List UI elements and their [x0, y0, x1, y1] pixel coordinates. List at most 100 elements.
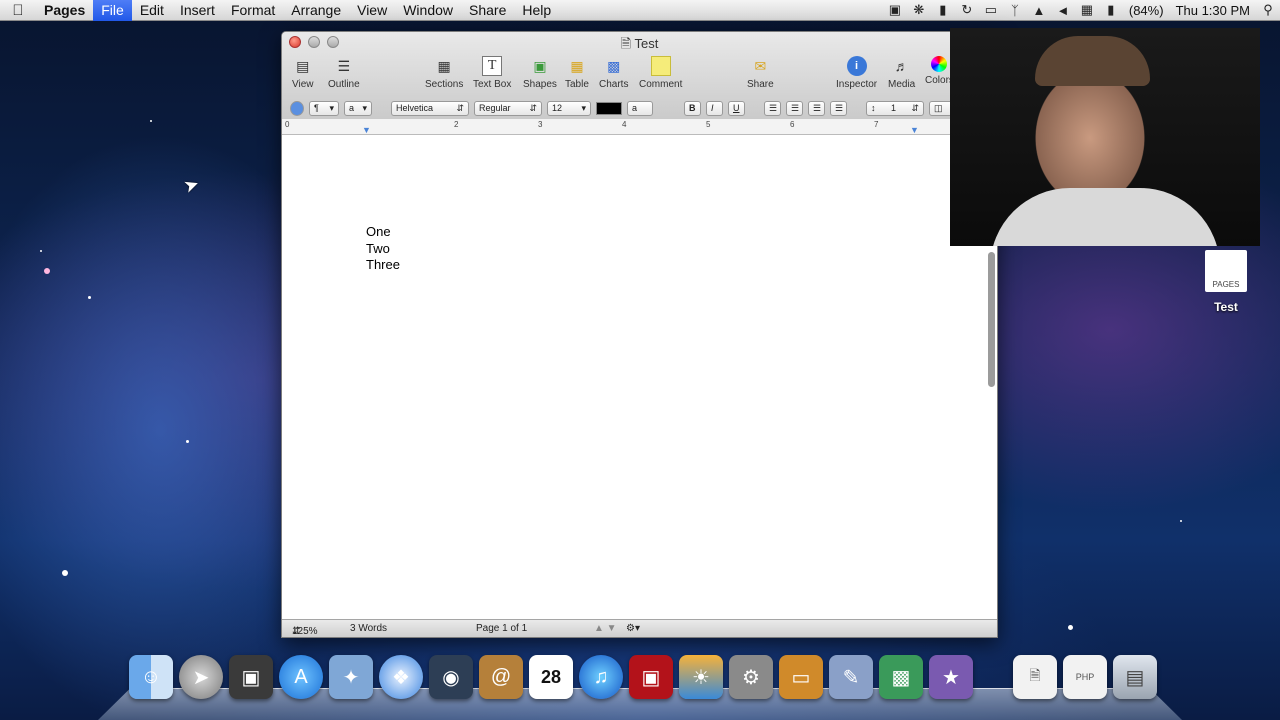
- menu-arrange[interactable]: Arrange: [283, 0, 349, 21]
- chevron-down-icon: ▾: [581, 102, 586, 113]
- itunes-icon[interactable]: ♫: [579, 655, 623, 699]
- safari-icon[interactable]: ❖: [379, 655, 423, 699]
- calendar-day-label: 28: [540, 666, 562, 687]
- styles-drawer-button[interactable]: [290, 100, 304, 116]
- left-indent-marker-icon[interactable]: ▼: [362, 125, 371, 135]
- preview-icon[interactable]: ✦: [329, 655, 373, 699]
- font-family-select[interactable]: Helvetica ⇵: [391, 100, 469, 116]
- highlight-color-button[interactable]: a: [627, 100, 653, 116]
- bluetooth-icon[interactable]: ᛉ: [1003, 3, 1027, 18]
- gear-icon[interactable]: ⚙▾: [626, 623, 640, 634]
- shapes-button[interactable]: ▣ Shapes: [523, 56, 557, 91]
- ruler[interactable]: 0 ▼ 2 3 4 5 6 7 ▼: [282, 119, 997, 135]
- camera-icon[interactable]: ▣: [883, 2, 907, 18]
- image-capture-icon[interactable]: ▣: [229, 655, 273, 699]
- document-canvas[interactable]: One Two Three: [282, 136, 997, 619]
- line-spacing-icon: ↕: [871, 103, 876, 113]
- word-count[interactable]: 3 Words: [350, 623, 387, 634]
- imovie-icon[interactable]: ★: [929, 655, 973, 699]
- italic-button[interactable]: I: [706, 100, 723, 116]
- align-left-button[interactable]: ☰: [764, 100, 781, 116]
- line-spacing-select[interactable]: ↕ 1 ⇵: [866, 100, 924, 116]
- media-button[interactable]: ♬ Media: [888, 56, 915, 90]
- menu-window[interactable]: Window: [395, 0, 461, 21]
- ruler-tick-label: 5: [706, 120, 711, 129]
- outline-label: Outline: [328, 79, 360, 90]
- outline-button[interactable]: ☰ Outline: [328, 56, 360, 91]
- menu-view[interactable]: View: [349, 0, 395, 21]
- desktop-file[interactable]: PAGES Test: [1203, 250, 1249, 314]
- text-color-swatch[interactable]: [596, 101, 622, 115]
- lock-icon[interactable]: ▮: [931, 2, 955, 18]
- menu-help[interactable]: Help: [514, 0, 559, 21]
- wifi-icon[interactable]: ▲: [1027, 3, 1051, 18]
- right-indent-marker-icon[interactable]: ▼: [910, 125, 919, 135]
- share-button[interactable]: ✉ Share: [747, 56, 774, 91]
- chevron-updown-icon: ⇵: [292, 626, 301, 637]
- app-store-icon[interactable]: A: [279, 655, 323, 699]
- document-line[interactable]: Three: [366, 257, 400, 272]
- star: [186, 440, 189, 443]
- documents-icon[interactable]: 🗎: [1013, 655, 1057, 699]
- menu-format[interactable]: Format: [223, 0, 283, 21]
- launchpad-icon[interactable]: ➤: [179, 655, 223, 699]
- document-line[interactable]: Two: [366, 241, 390, 256]
- display-icon[interactable]: ▭: [979, 2, 1003, 18]
- menu-pages[interactable]: Pages: [36, 0, 93, 21]
- apple-icon[interactable]: : [0, 2, 36, 19]
- sections-button[interactable]: ▦ Sections: [425, 56, 463, 91]
- pages-icon[interactable]: ✎: [829, 655, 873, 699]
- battery-percent[interactable]: (84%): [1123, 3, 1170, 18]
- character-style-select[interactable]: a ▾: [344, 100, 372, 116]
- battery-icon[interactable]: ▮: [1099, 2, 1123, 18]
- text-box-button[interactable]: T Text Box: [473, 56, 511, 90]
- trash-icon[interactable]: ▤: [1113, 655, 1157, 699]
- sync-icon[interactable]: ❋: [907, 2, 931, 18]
- align-right-button[interactable]: ☰: [808, 100, 825, 116]
- chevron-down-icon: ▾: [362, 102, 367, 113]
- underline-button[interactable]: U: [728, 100, 745, 116]
- refresh-icon[interactable]: ↻: [955, 2, 979, 18]
- window-title: 🗎 Test: [282, 35, 997, 57]
- inspector-button[interactable]: i Inspector: [836, 56, 877, 90]
- menu-insert[interactable]: Insert: [172, 0, 223, 21]
- keynote-icon[interactable]: ▭: [779, 655, 823, 699]
- vertical-scrollbar[interactable]: [988, 252, 995, 387]
- font-size-value: 12: [552, 103, 563, 113]
- justify-button[interactable]: ☰: [830, 100, 847, 116]
- spotlight-icon[interactable]: ⚲: [1256, 2, 1280, 18]
- inspector-icon: i: [846, 56, 867, 76]
- document-line[interactable]: One: [366, 224, 391, 239]
- window-titlebar[interactable]: 🗎 Test ▤ View ☰ Outline ▦ Sections T Tex…: [282, 32, 997, 135]
- font-size-select[interactable]: 12 ▾: [547, 100, 591, 116]
- align-center-button[interactable]: ☰: [786, 100, 803, 116]
- address-book-icon[interactable]: @: [479, 655, 523, 699]
- menu-edit[interactable]: Edit: [132, 0, 172, 21]
- bold-button[interactable]: B: [684, 100, 701, 116]
- typeface-select[interactable]: Regular ⇵: [474, 100, 542, 116]
- facetime-icon[interactable]: ◉: [429, 655, 473, 699]
- menu-clock[interactable]: Thu 1:30 PM: [1170, 3, 1256, 18]
- ical-icon[interactable]: 28: [529, 655, 573, 699]
- desktop-file-label: Test: [1214, 300, 1238, 314]
- system-preferences-icon[interactable]: ⚙: [729, 655, 773, 699]
- iphoto-icon[interactable]: ☀: [679, 655, 723, 699]
- view-button[interactable]: ▤ View: [292, 56, 314, 91]
- php-file-icon[interactable]: PHP: [1063, 655, 1107, 699]
- numbers-icon[interactable]: ▩: [879, 655, 923, 699]
- charts-button[interactable]: ▩ Charts: [599, 56, 628, 91]
- dock: ☺ ➤ ▣ A ✦ ❖ ◉ @ 28 ♫ ▣ ☀ ⚙ ▭ ✎ ▩ ★ 🗎 PHP…: [125, 655, 1165, 707]
- keyboard-icon[interactable]: ▦: [1075, 2, 1099, 18]
- table-button[interactable]: ▦ Table: [565, 56, 589, 91]
- finder-icon[interactable]: ☺: [129, 655, 173, 699]
- volume-icon[interactable]: ◄: [1051, 3, 1075, 18]
- paragraph-style-value: ¶: [314, 103, 319, 113]
- photo-booth-icon[interactable]: ▣: [629, 655, 673, 699]
- page-nav-arrows-icon[interactable]: ▲ ▼: [594, 623, 617, 634]
- menu-share[interactable]: Share: [461, 0, 514, 21]
- comment-button[interactable]: Comment: [639, 56, 682, 90]
- menu-file[interactable]: File: [93, 0, 132, 21]
- paragraph-style-select[interactable]: ¶ ▾: [309, 100, 339, 116]
- pages-document-icon: PAGES: [1205, 250, 1247, 292]
- view-label: View: [292, 79, 314, 90]
